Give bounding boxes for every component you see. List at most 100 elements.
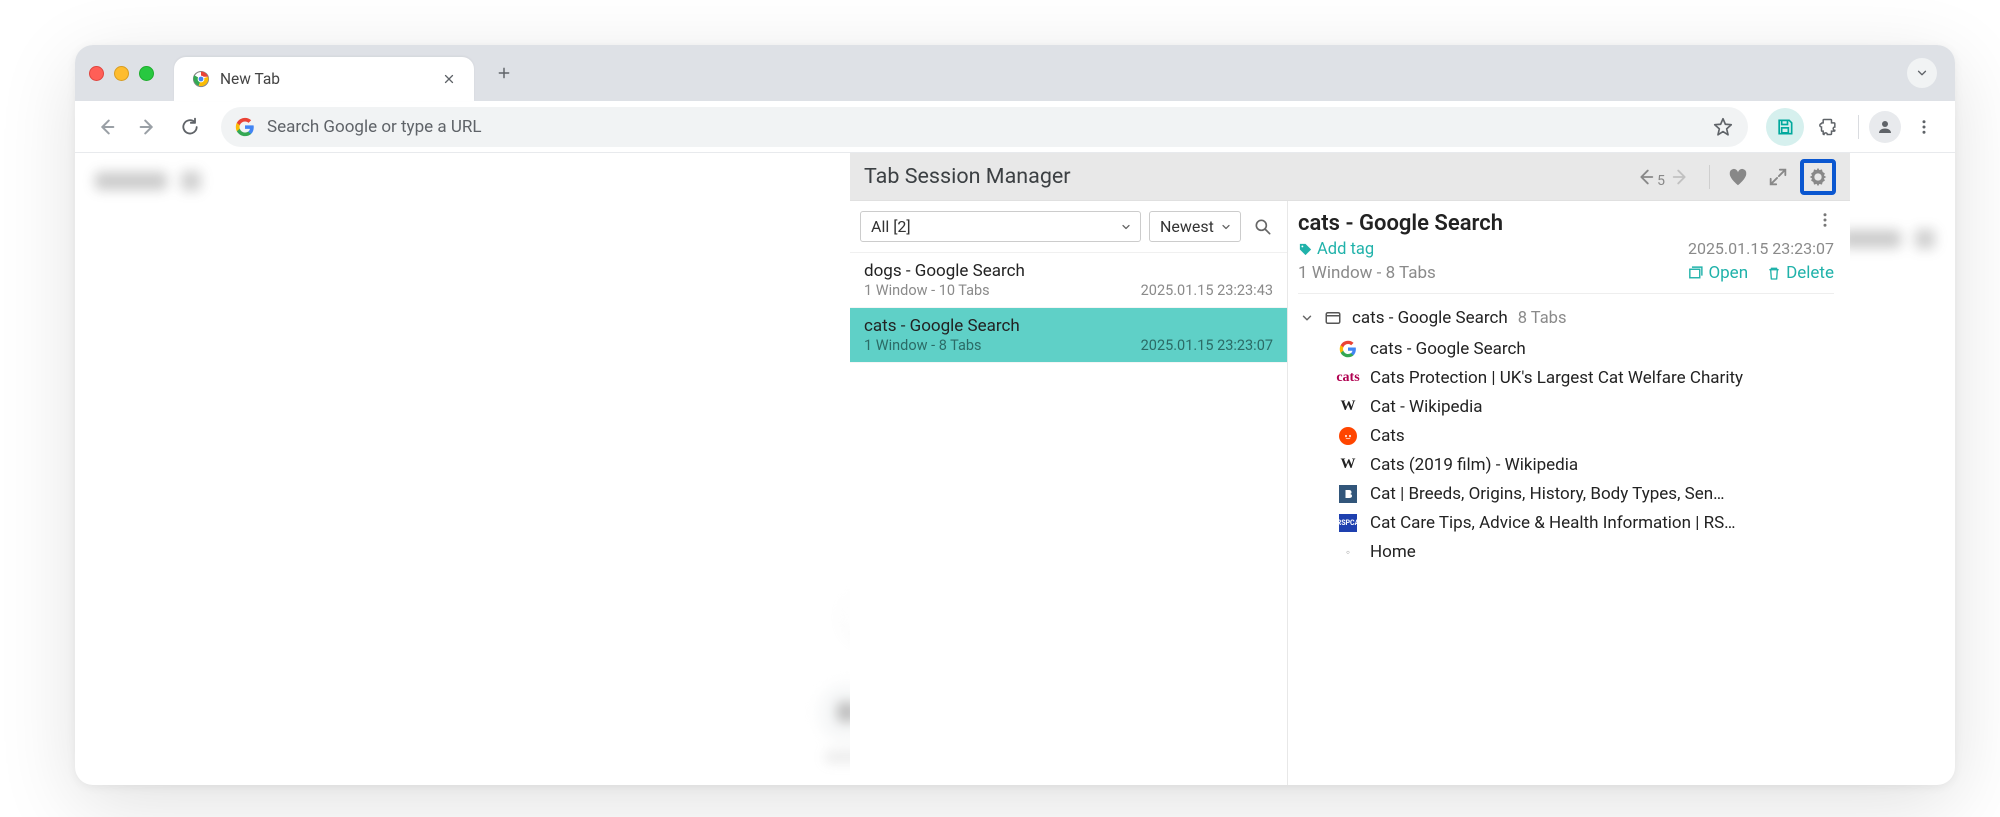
session-detail-panel: cats - Google Search Add tag 2025.01.15 … (1288, 201, 1850, 785)
settings-button[interactable] (1800, 159, 1836, 195)
titlebar: New Tab (75, 45, 1955, 101)
tab-title: Cats (1370, 426, 1405, 446)
extension-popup: Tab Session Manager 5 (850, 153, 1850, 785)
tab-row[interactable]: cats - Google Search (1298, 334, 1834, 363)
extension-title: Tab Session Manager (864, 164, 1071, 189)
filter-select[interactable]: All [2] (860, 211, 1141, 242)
extension-header: Tab Session Manager 5 (850, 153, 1850, 201)
window-tabcount: 8 Tabs (1518, 309, 1567, 328)
wikipedia-icon: W (1341, 398, 1356, 415)
favicon: RSPCA (1338, 513, 1358, 533)
sort-select[interactable]: Newest (1149, 211, 1241, 242)
detail-more-button[interactable] (1816, 211, 1834, 233)
rspca-icon: RSPCA (1339, 514, 1357, 532)
divider (1709, 165, 1710, 189)
window-label: cats - Google Search (1352, 308, 1508, 328)
reload-icon (180, 117, 200, 137)
google-icon (1339, 340, 1357, 358)
arrow-left-icon (1634, 166, 1656, 188)
search-sessions-button[interactable] (1249, 213, 1277, 241)
tab-row[interactable]: W Cats (2019 film) - Wikipedia (1298, 450, 1834, 479)
reddit-icon (1339, 427, 1357, 445)
tab-title: Cat Care Tips, Advice & Health Informati… (1370, 513, 1736, 533)
tab-title: cats - Google Search (1370, 339, 1526, 359)
filter-label: All [2] (871, 217, 911, 236)
browser-tab[interactable]: New Tab (174, 57, 474, 101)
favicon (1338, 339, 1358, 359)
search-icon (1253, 217, 1273, 237)
tab-title: Cats Protection | UK's Largest Cat Welfa… (1370, 368, 1743, 388)
kebab-icon (1915, 118, 1933, 136)
session-item[interactable]: cats - Google Search 1 Window - 8 Tabs20… (850, 308, 1287, 363)
tab-title: Cat - Wikipedia (1370, 397, 1483, 417)
tab-session-manager-extension-button[interactable] (1766, 108, 1804, 146)
window-icon (1324, 309, 1342, 327)
close-window-button[interactable] (89, 66, 104, 81)
toolbar-right (1766, 108, 1941, 146)
tab-row[interactable]: cats Cats Protection | UK's Largest Cat … (1298, 363, 1834, 392)
favicon: W (1338, 397, 1358, 417)
reload-button[interactable] (173, 110, 207, 144)
forward-button[interactable] (131, 110, 165, 144)
delete-session-button[interactable]: Delete (1766, 263, 1834, 283)
chrome-icon (192, 70, 210, 88)
tabs-list: cats - Google Search cats Cats Protection… (1298, 334, 1834, 566)
chrome-menu-button[interactable] (1907, 110, 1941, 144)
delete-label: Delete (1786, 263, 1834, 283)
tab-row[interactable]: RSPCA Cat Care Tips, Advice & Health Inf… (1298, 508, 1834, 537)
session-item[interactable]: dogs - Google Search 1 Window - 10 Tabs 2… (850, 253, 1287, 308)
chevron-down-icon (1120, 221, 1132, 233)
tab-row[interactable]: ◦ Home (1298, 537, 1834, 566)
window-row[interactable]: cats - Google Search 8 Tabs (1298, 308, 1834, 328)
close-tab-icon[interactable] (442, 72, 456, 86)
new-tab-button[interactable] (496, 65, 512, 81)
profile-button[interactable] (1869, 111, 1901, 143)
session-summary: 1 Window - 10 Tabs (864, 282, 990, 299)
extension-actions: 5 (1627, 159, 1836, 195)
list-controls: All [2] Newest (850, 201, 1287, 253)
trash-icon (1766, 265, 1782, 281)
tab-row[interactable]: Cat | Breeds, Origins, History, Body Typ… (1298, 479, 1834, 508)
favicon: cats (1338, 368, 1358, 388)
session-title: cats - Google Search (864, 316, 1273, 336)
history-forward-button[interactable] (1663, 159, 1699, 195)
content-area: Tab Session Manager 5 (75, 153, 1955, 785)
kebab-icon (1816, 211, 1834, 229)
arrow-right-icon (1670, 166, 1692, 188)
chevron-down-icon (1220, 221, 1232, 233)
britannica-icon (1339, 485, 1357, 503)
sort-label: Newest (1160, 217, 1214, 236)
window-traffic-lights (89, 66, 154, 81)
maximize-window-button[interactable] (139, 66, 154, 81)
session-date: 2025.01.15 23:23:43 (1141, 282, 1273, 299)
tab-title: Cat | Breeds, Origins, History, Body Typ… (1370, 484, 1725, 504)
bookmark-star-icon[interactable] (1712, 116, 1734, 138)
windows-icon (1687, 265, 1704, 282)
tab-row[interactable]: Cats (1298, 421, 1834, 450)
detail-title: cats - Google Search (1298, 211, 1503, 236)
puzzle-icon (1819, 117, 1839, 137)
open-session-button[interactable]: Open (1687, 263, 1748, 283)
tab-row[interactable]: W Cat - Wikipedia (1298, 392, 1834, 421)
cats-protection-icon: cats (1336, 370, 1359, 386)
person-icon (1876, 118, 1894, 136)
add-tag-label: Add tag (1317, 240, 1374, 259)
generic-page-icon: ◦ (1346, 545, 1350, 559)
chevron-down-icon[interactable] (1300, 311, 1314, 325)
back-button[interactable] (89, 110, 123, 144)
tab-title: Cats (2019 film) - Wikipedia (1370, 455, 1578, 475)
toolbar: Search Google or type a URL (75, 101, 1955, 153)
address-bar-placeholder: Search Google or type a URL (267, 117, 482, 137)
tab-title: Home (1370, 542, 1416, 562)
address-bar[interactable]: Search Google or type a URL (221, 107, 1748, 147)
extensions-button[interactable] (1810, 108, 1848, 146)
detail-summary: 1 Window - 8 Tabs (1298, 263, 1436, 283)
expand-button[interactable] (1760, 159, 1796, 195)
arrow-left-icon (95, 116, 117, 138)
favorites-button[interactable] (1720, 159, 1756, 195)
session-summary: 1 Window - 8 Tabs (864, 337, 982, 354)
minimize-window-button[interactable] (114, 66, 129, 81)
session-title: dogs - Google Search (864, 261, 1273, 281)
tab-overflow-button[interactable] (1907, 58, 1937, 88)
wikipedia-icon: W (1341, 456, 1356, 473)
